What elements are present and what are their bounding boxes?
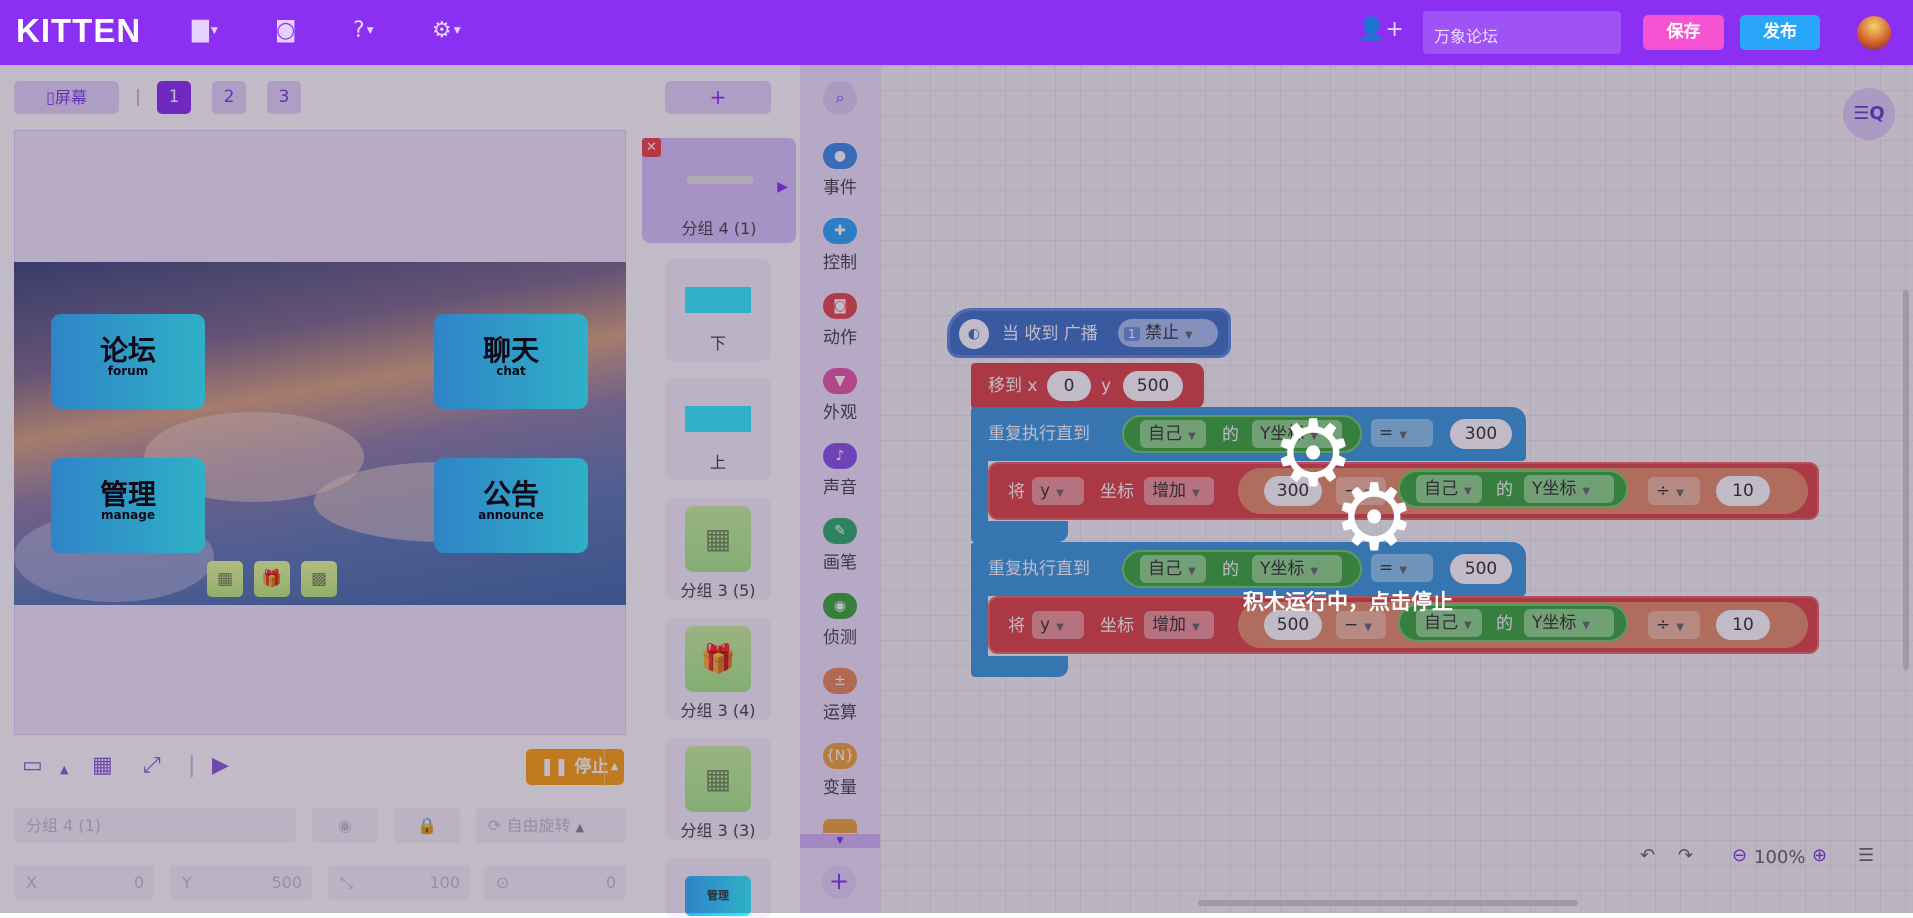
settings-menu-icon[interactable]: ⚙ ▼: [432, 18, 461, 43]
project-name-input[interactable]: 万象论坛: [1423, 11, 1621, 54]
top-bar: KITTEN ▇ ▼ ◙ ? ▼ ⚙ ▼ 👤+ 万象论坛 保存 发布: [0, 0, 1913, 65]
help-menu-icon[interactable]: ? ▼: [353, 18, 374, 43]
gear-icon: ⚙: [1333, 464, 1416, 571]
avatar[interactable]: [1857, 16, 1891, 50]
running-overlay[interactable]: [0, 65, 1913, 913]
folder-menu-icon[interactable]: ▇ ▼: [192, 18, 218, 43]
running-status-text[interactable]: 积木运行中，点击停止: [1243, 586, 1453, 616]
backpack-icon[interactable]: ◙: [275, 18, 296, 43]
logo: KITTEN: [16, 12, 142, 49]
publish-button[interactable]: 发布: [1740, 15, 1820, 50]
add-collaborator-icon[interactable]: 👤+: [1358, 17, 1404, 42]
save-button[interactable]: 保存: [1643, 15, 1724, 50]
